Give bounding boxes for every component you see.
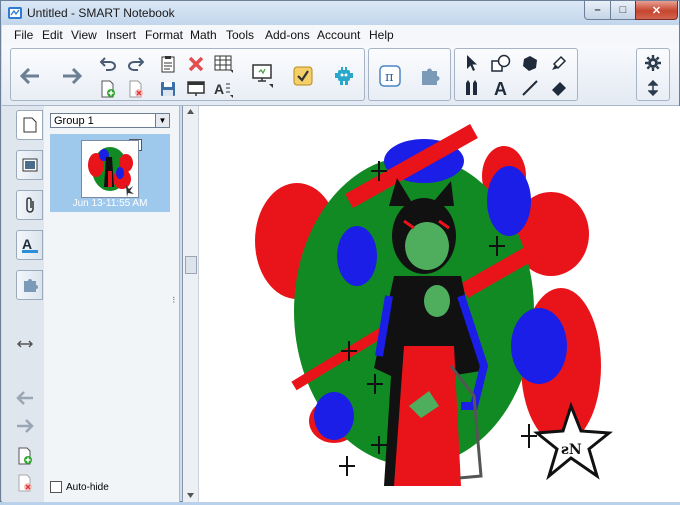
svg-text:ƨN: ƨN [561, 442, 582, 458]
svg-text:π: π [385, 70, 394, 85]
menu-view[interactable]: View [71, 28, 97, 42]
table-icon[interactable] [212, 53, 236, 75]
menu-account[interactable]: Account [317, 28, 360, 42]
page-thumbnail[interactable]: 1 ▼ Jun 13-11:55 AM [50, 134, 170, 212]
autohide-checkbox[interactable] [50, 481, 62, 493]
fill-icon[interactable] [517, 52, 543, 74]
blue-blob-left [337, 226, 377, 286]
panel-resize-handle[interactable]: ⠇ [172, 296, 178, 305]
svg-text:A: A [494, 79, 507, 97]
notebook-canvas[interactable]: ƨN [182, 106, 680, 502]
blue-blob-right [487, 166, 531, 236]
menu-math[interactable]: Math [190, 28, 217, 42]
maximize-button[interactable]: □ [610, 1, 636, 20]
autohide-toggle[interactable]: Auto-hide [50, 481, 109, 493]
title-bar: Untitled - SMART Notebook – □ ✕ [1, 1, 679, 25]
page-sorter-icon [23, 117, 36, 133]
full-screen-icon[interactable]: A [212, 78, 236, 100]
multi-pen-icon[interactable] [459, 77, 485, 99]
close-button[interactable]: ✕ [635, 1, 678, 20]
page-timestamp: Jun 13-11:55 AM [72, 198, 148, 209]
response-icon[interactable] [286, 61, 320, 91]
autohide-label: Auto-hide [66, 481, 109, 493]
chevron-down-icon[interactable]: ▼ [155, 114, 169, 127]
add-page-icon[interactable] [97, 78, 119, 100]
page-canvas[interactable]: ƨN [199, 106, 680, 502]
delete-icon[interactable] [185, 53, 207, 75]
delete-page-icon[interactable] [125, 78, 147, 100]
back-arrow-icon[interactable] [15, 61, 45, 91]
text-icon[interactable]: A [488, 77, 514, 99]
svg-text:A: A [214, 81, 224, 97]
tab-attachments[interactable] [16, 190, 43, 220]
main-toolbar: A π A [2, 45, 679, 106]
next-page-icon[interactable] [14, 415, 36, 437]
paperclip-icon [25, 197, 34, 213]
toolbar-group-addons: π [368, 48, 451, 101]
vertical-scrollbar[interactable] [183, 106, 199, 502]
tab-properties[interactable]: A [16, 230, 43, 260]
thumbnail-image [81, 140, 139, 198]
save-icon[interactable] [157, 78, 179, 100]
menu-file[interactable]: File [14, 28, 33, 42]
screen-shade-icon[interactable] [185, 78, 207, 100]
add-ons-icon[interactable] [415, 61, 445, 91]
toolbar-group-main: A [10, 48, 365, 101]
settings-icon[interactable] [640, 52, 666, 74]
sidebar-tab-strip: A [2, 106, 45, 502]
line-icon[interactable] [517, 77, 543, 99]
scroll-up-icon[interactable] [187, 109, 194, 114]
eraser-icon[interactable] [546, 77, 572, 99]
select-icon[interactable] [459, 52, 485, 74]
previous-page-icon[interactable] [14, 387, 36, 409]
blue-blob-lower-right [511, 308, 567, 384]
group-dropdown[interactable]: Group 1 ▼ [50, 113, 170, 128]
shapes-icon[interactable] [488, 52, 514, 74]
math-icon[interactable]: π [375, 61, 405, 91]
gallery-icon [22, 158, 37, 172]
blue-blob-bottom-left [314, 392, 354, 440]
minimize-button[interactable]: – [584, 1, 611, 20]
svg-text:A: A [22, 236, 32, 252]
redo-icon[interactable] [125, 53, 147, 75]
menu-tools[interactable]: Tools [226, 28, 254, 42]
tab-add-ons[interactable] [16, 270, 43, 300]
scroll-thumb[interactable] [185, 256, 197, 274]
properties-icon: A [21, 236, 38, 253]
menu-add-ons[interactable]: Add-ons [265, 28, 310, 42]
app-window: Untitled - SMART Notebook – □ ✕ File Edi… [0, 0, 680, 502]
sidebar-toggle-side-icon[interactable] [14, 333, 36, 355]
paste-icon[interactable] [157, 53, 179, 75]
forward-arrow-icon[interactable] [57, 61, 87, 91]
tab-gallery[interactable] [16, 150, 43, 180]
group-label: Group 1 [54, 115, 94, 127]
toolbar-group-tools: A [454, 48, 578, 101]
pens-icon[interactable] [546, 52, 572, 74]
sidebar-delete-page-icon[interactable] [14, 472, 36, 494]
scroll-down-icon[interactable] [187, 493, 194, 498]
menu-format[interactable]: Format [145, 28, 183, 42]
menu-insert[interactable]: Insert [106, 28, 136, 42]
document-camera-icon[interactable] [245, 61, 279, 91]
tab-page-sorter[interactable] [16, 110, 43, 140]
drawing: ƨN [255, 124, 613, 486]
smart-notebook-icon [8, 7, 22, 19]
undo-icon[interactable] [97, 53, 119, 75]
menu-bar: File Edit View Insert Format Math Tools … [2, 25, 679, 46]
menu-help[interactable]: Help [369, 28, 394, 42]
puzzle-icon [23, 279, 38, 292]
window-title: Untitled - SMART Notebook [27, 6, 175, 20]
toolbar-group-settings [636, 48, 670, 101]
sidebar-add-page-icon[interactable] [14, 445, 36, 467]
page-sorter-panel: Group 1 ▼ 1 ▼ Jun 13-11:55 AM [44, 106, 180, 502]
move-toolbar-icon[interactable] [640, 77, 666, 99]
activity-builder-icon[interactable] [327, 61, 361, 91]
menu-edit[interactable]: Edit [42, 28, 63, 42]
